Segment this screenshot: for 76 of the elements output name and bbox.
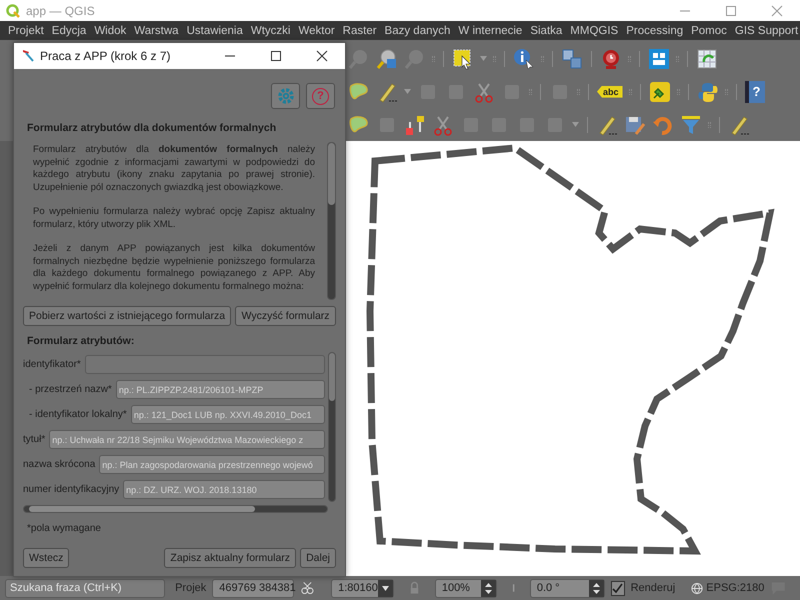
python-icon[interactable] xyxy=(696,80,719,103)
field-label: nazwa skrócona xyxy=(23,459,96,470)
help-book-icon[interactable]: ? xyxy=(744,80,765,103)
rotation-spinbox[interactable]: 0.0 ° xyxy=(530,578,605,598)
clock-icon[interactable] xyxy=(600,48,622,70)
scale-combobox[interactable]: 1:80160 xyxy=(331,578,394,598)
hammer-icon xyxy=(20,49,34,63)
field-label: tytuł* xyxy=(23,434,46,445)
app-logo-icon xyxy=(6,4,20,18)
instruction-paragraph: Formularz atrybutów dla dokumentów formalnych należy wypełnić zgodnie z informacjami zawartymi w podpowiedzi do każdego atrybutu (ikony znaku zapytania po prawej stronie). Uzupełnienie pól oznaczonych gwiazdką jest obowiązkowe. xyxy=(33,144,315,194)
window-title: app — QGIS xyxy=(26,4,95,18)
filter-icon[interactable] xyxy=(680,114,702,136)
input-field[interactable]: np.: DZ. URZ. WOJ. 2018.13180 xyxy=(123,480,325,499)
spin-arrows-icon[interactable] xyxy=(592,582,600,594)
field-label: - identyfikator lokalny* xyxy=(29,409,127,420)
table-refresh-icon[interactable] xyxy=(696,48,718,70)
magnifier-icon[interactable] xyxy=(376,48,398,70)
scissors-icon[interactable] xyxy=(432,114,454,136)
layout-icon[interactable] xyxy=(648,48,670,70)
section-heading: Formularz atrybutów dla dokumentów formalnych xyxy=(27,122,278,134)
scissors-icon[interactable] xyxy=(473,80,495,103)
dialog-title: Praca z APP (krok 6 z 7) xyxy=(40,49,170,63)
label-tool[interactable]: abc xyxy=(597,86,623,98)
instruction-paragraph: Po wypełnieniu formularza należy wybrać opcję Zapisz aktualny formularz, który utworzy plik XML. xyxy=(33,206,315,231)
next-button[interactable]: Dalej xyxy=(300,548,336,568)
menu-item[interactable]: Warstwa xyxy=(130,24,183,37)
menu-item[interactable]: Widok xyxy=(90,24,130,37)
magnifier-spinbox[interactable]: 100% xyxy=(434,578,497,598)
back-button[interactable]: Wstecz xyxy=(23,548,70,568)
scrollbar[interactable] xyxy=(328,352,336,502)
documents-icon[interactable] xyxy=(561,48,583,70)
node-tool-icon[interactable] xyxy=(404,114,426,136)
menu-item[interactable]: Pomoc xyxy=(687,24,731,37)
input-field[interactable] xyxy=(84,355,325,374)
caret-icon[interactable] xyxy=(404,89,411,94)
menu-item[interactable]: Edycja xyxy=(48,24,90,37)
menu-item[interactable]: Bazy danych xyxy=(380,24,454,37)
form-title: Formularz atrybutów: xyxy=(27,335,136,347)
input-field[interactable]: np.: Uchwała nr 22/18 Sejmiku Województwa Mazowieckiego z xyxy=(49,430,325,449)
load-form-button[interactable]: Pobierz wartości z istniejącego formularza xyxy=(23,306,232,326)
settings-button[interactable] xyxy=(271,83,300,109)
coordinate-field[interactable]: 469769 384381 xyxy=(212,578,294,598)
menu-item[interactable]: MMQGIS xyxy=(566,24,622,37)
menu-item[interactable]: Raster xyxy=(338,24,381,37)
horizontal-scrollbar[interactable] xyxy=(23,505,328,513)
input-field[interactable]: np.: Plan zagospodarowania przestrzennego wojewó xyxy=(99,455,325,474)
coordinate-label: Projek xyxy=(175,582,206,594)
scrollbar[interactable] xyxy=(327,142,336,300)
save-form-button[interactable]: Zapisz aktualny formularz xyxy=(164,548,296,568)
caret-icon[interactable] xyxy=(572,122,579,128)
info-icon[interactable] xyxy=(513,48,535,70)
menu-item[interactable]: W internecie xyxy=(454,24,526,37)
menu-item[interactable]: GIS Support xyxy=(730,24,800,37)
menu-item[interactable]: Siatka xyxy=(526,24,566,37)
required-note: *pola wymagane xyxy=(27,523,102,534)
field-label: identyfikator* xyxy=(23,359,81,370)
dropdown-arrow-icon[interactable] xyxy=(382,586,389,591)
menu-item[interactable]: Wektor xyxy=(294,24,339,37)
clear-form-button[interactable]: Wyczyść formularz xyxy=(235,306,336,326)
instruction-paragraph: Jeżeli z danym APP powiązanych jest kilka dokumentów formalnych niezbędne będzie wypełnienie poniższego formularza dla każdego dokumentu formalnego powiązanego z APP. Aby wypełnić formularz dla kolejnego dokumentu formalnego można: xyxy=(33,243,315,293)
menu-item[interactable]: Processing xyxy=(622,24,688,37)
menu-item[interactable]: Ustawienia xyxy=(182,24,247,37)
render-checkbox[interactable] xyxy=(610,580,625,596)
globe-icon[interactable] xyxy=(691,582,704,595)
input-field[interactable]: np.: PL.ZIPPZP.2481/206101-MPZP xyxy=(116,380,325,399)
field-label: numer identyfikacyjny xyxy=(23,484,120,495)
plugin-icon[interactable] xyxy=(648,80,671,103)
menu-item[interactable]: Projekt xyxy=(4,24,48,37)
magnifier-icon[interactable] xyxy=(348,48,370,70)
caret-icon[interactable] xyxy=(480,56,487,62)
menu-item[interactable]: Wtyczki xyxy=(246,24,294,37)
render-label: Renderuj xyxy=(630,582,676,594)
search-field[interactable]: Szukana fraza (Ctrl+K) xyxy=(5,578,166,598)
input-field[interactable]: np.: 121_Doc1 LUB np. XXVI.49.2010_Doc1 xyxy=(130,405,325,424)
spin-arrows-icon[interactable] xyxy=(484,582,492,594)
field-label: - przestrzeń nazw* xyxy=(29,384,112,395)
